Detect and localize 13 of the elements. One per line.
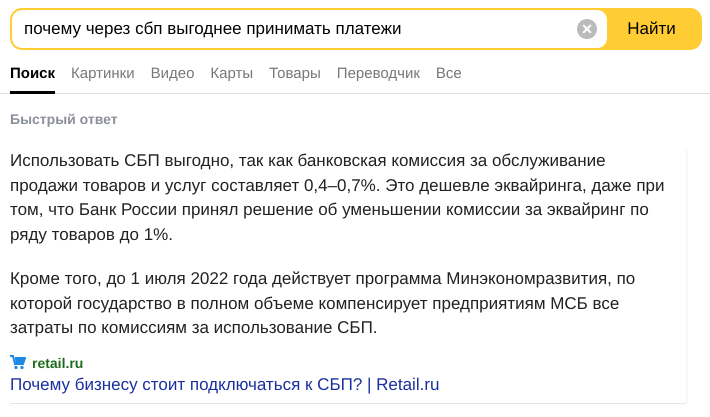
source-link[interactable]: Почему бизнесу стоит подключаться к СБП? | Retail.ru (10, 374, 440, 394)
answer-paragraph: Кроме того, до 1 июля 2022 года действует программа Минэкономразвития, по которой государство в полном объеме компенсирует предприятиям МСБ все затраты по комиссиям за использование СБП. (10, 268, 636, 339)
nav-tab[interactable]: Товары (269, 62, 321, 94)
nav-tab[interactable]: Переводчик (336, 62, 420, 94)
nav-tab[interactable]: Все (436, 62, 462, 94)
cart-icon (10, 355, 26, 370)
section-heading: Быстрый ответ (10, 111, 119, 127)
answer-paragraph: Использовать СБП выгодно, так как банковская комиссия за обслуживание продажи товаров и услуг составляет 0,4–0,7%. Это дешевле эквайринга, даже при том, что Банк России принял решение об уменьшении комиссии за эквайринг по ряду товаров до 1%. (10, 150, 666, 246)
nav-tab[interactable]: Поиск (10, 62, 56, 94)
source-site: retail.ru (32, 354, 84, 370)
nav-tab[interactable]: Карты (210, 62, 254, 94)
nav-tab[interactable]: Видео (150, 62, 194, 94)
nav-tab[interactable]: Картинки (71, 62, 135, 94)
